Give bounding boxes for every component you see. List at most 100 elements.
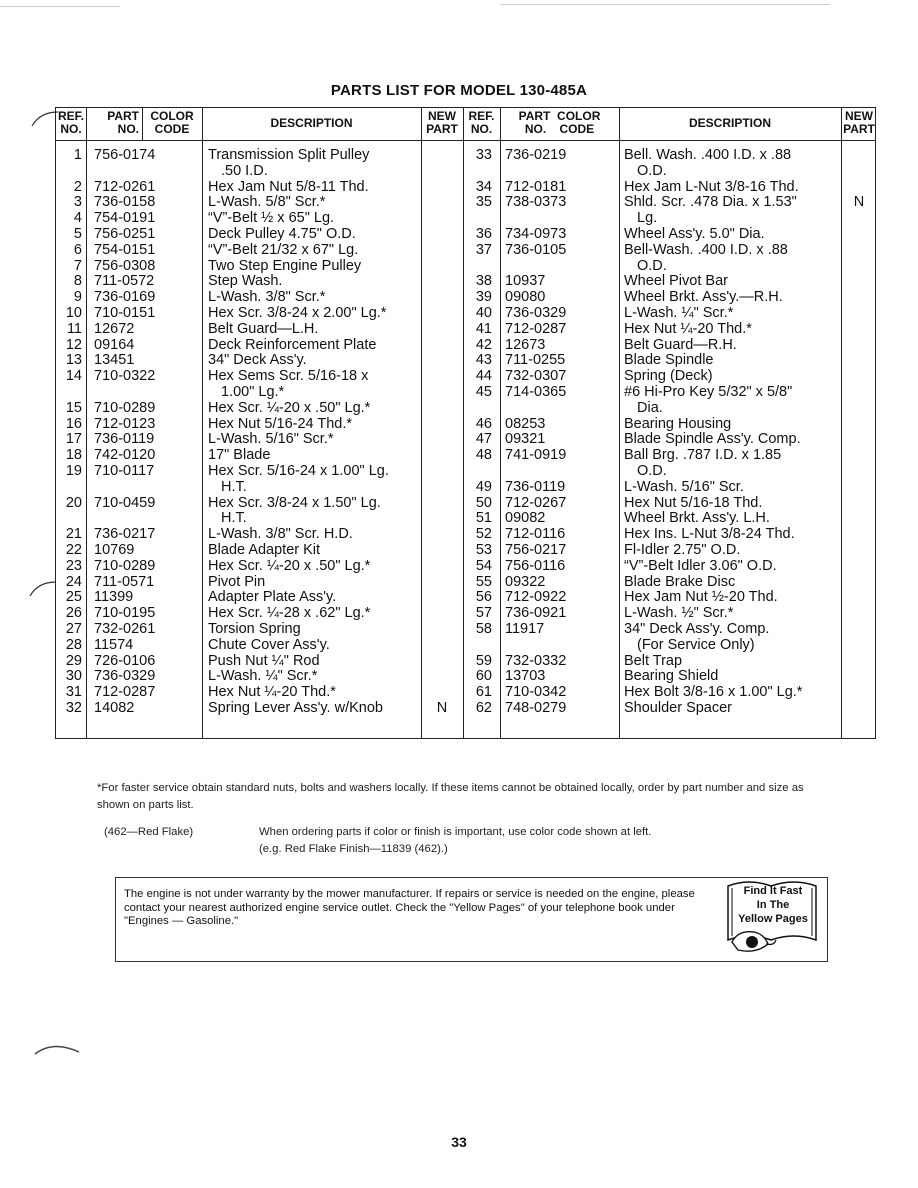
description-line: Bearing Housing — [624, 415, 732, 432]
parts-row: 41 712-0287 Hex Nut ¼-20 Thd.* — [56, 320, 875, 338]
description-line: “V”-Belt Idler 3.06" O.D. — [624, 557, 777, 574]
description-continuation: Lg. — [637, 210, 658, 227]
part-no: 710-0342 — [505, 684, 567, 701]
scan-artifact — [0, 6, 120, 7]
parts-row: 38 10937 Wheel Pivot Bar — [56, 274, 875, 290]
part-description: Hex Nut ¼-20 Thd.* — [624, 320, 752, 338]
part-no: 736-0921 — [505, 605, 567, 622]
part-description: L-Wash. 5/16" Scr. — [624, 478, 744, 496]
part-no: 712-0267 — [505, 494, 567, 511]
description-line: 34" Deck Ass'y. Comp. — [624, 620, 770, 637]
part-no: 732-0307 — [505, 368, 567, 385]
part-no: 13703 — [505, 668, 546, 685]
ref-no: 58 — [475, 620, 492, 637]
part-no: 12673 — [505, 336, 546, 353]
part-no: 10937 — [505, 273, 546, 290]
right-column-rows: 33 736-0219 Bell. Wash. .400 I.D. x .88 O.D… — [56, 147, 875, 717]
part-description: Hex Bolt 3/8-16 x 1.00" Lg.* — [624, 684, 803, 701]
part-description: Blade Spindle Ass'y. Comp. — [624, 432, 801, 448]
parts-row: 33 736-0219 Bell. Wash. .400 I.D. x .88 O.D… — [56, 147, 875, 180]
ref-no: 44 — [475, 368, 492, 385]
parts-row: 59 732-0332 Belt Trap — [56, 652, 875, 670]
description-line: Shoulder Spacer — [624, 699, 733, 716]
ref-no: 33 — [475, 147, 492, 163]
part-no: 748-0279 — [505, 699, 567, 716]
parts-row: 36 734-0973 Wheel Ass'y. 5.0" Dia. — [56, 226, 875, 243]
description-line: Wheel Brkt. Ass'y. L.H. — [624, 510, 770, 527]
parts-table: REF. NO. PART NO. COLOR CODE DESCRIPTION NE… — [55, 107, 876, 739]
header-part-no: PART NO. — [107, 109, 139, 136]
description-line: Fl-Idler 2.75" O.D. — [624, 541, 741, 558]
service-footnote: *For faster service obtain standard nuts… — [97, 782, 804, 811]
page-title: PARTS LIST FOR MODEL 130-485A — [330, 82, 588, 99]
ref-no: 61 — [475, 684, 492, 701]
description-line: #6 Hi-Pro Key 5/32" x 5/8" — [624, 383, 793, 400]
part-no: 09322 — [505, 573, 546, 590]
new-part-flag: N — [853, 194, 865, 211]
ref-no: 51 — [475, 510, 492, 527]
parts-row: 53 756-0217 Fl-Idler 2.75" O.D. — [56, 541, 875, 559]
part-description: Bearing Shield — [624, 668, 718, 685]
part-no: 736-0219 — [505, 147, 567, 163]
part-no: 756-0217 — [505, 541, 567, 558]
ref-no: 45 — [475, 383, 492, 400]
description-line: Hex Nut ¼-20 Thd.* — [624, 320, 752, 337]
description-line: L-Wash. ½" Scr.* — [624, 605, 734, 622]
part-no: 741-0919 — [505, 447, 567, 464]
parts-row: 57 736-0921 L-Wash. ½" Scr.* — [56, 605, 875, 622]
part-description: L-Wash. ¼" Scr.* — [624, 304, 734, 322]
part-description: Bell. Wash. .400 I.D. x .88 O.D. — [624, 147, 791, 180]
ref-no: 38 — [475, 273, 492, 290]
part-description: Ball Brg. .787 I.D. x 1.85 O.D. — [624, 447, 781, 480]
ref-no: 41 — [475, 320, 492, 337]
parts-row: 51 09082 Wheel Brkt. Ass'y. L.H. — [56, 511, 875, 527]
parts-row: 39 09080 Wheel Brkt. Ass'y.—R.H. — [56, 289, 875, 306]
part-description: Hex Jam Nut ½-20 Thd. — [624, 590, 778, 606]
part-description: 34" Deck Ass'y. Comp. (For Service Only) — [624, 620, 770, 654]
part-no: 712-0181 — [505, 178, 567, 195]
description-line: Wheel Brkt. Ass'y.—R.H. — [624, 289, 783, 306]
part-description: Wheel Brkt. Ass'y.—R.H. — [624, 289, 783, 306]
ref-no: 53 — [475, 541, 492, 558]
parts-row: 52 712-0116 Hex Ins. L-Nut 3/8-24 Thd. — [56, 526, 875, 543]
parts-row: 54 756-0116 “V”-Belt Idler 3.06" O.D. — [56, 557, 875, 575]
parts-row: 55 09322 Blade Brake Disc — [56, 573, 875, 591]
parts-row: 35 738-0373 Shld. Scr. .478 Dia. x 1.53" Lg… — [56, 195, 875, 227]
part-description: Shoulder Spacer — [624, 699, 733, 717]
description-line: Belt Guard—R.H. — [624, 336, 737, 353]
warranty-notice-box: The engine is not under warranty by the … — [115, 877, 828, 962]
description-line: L-Wash. 5/16" Scr. — [624, 478, 744, 495]
description-line: L-Wash. ¼" Scr.* — [624, 304, 734, 321]
parts-row: 44 732-0307 Spring (Deck) — [56, 368, 875, 385]
ref-no: 60 — [475, 668, 492, 685]
description-line: Bell-Wash. .400 I.D. x .88 — [624, 241, 788, 258]
parts-row: 42 12673 Belt Guard—R.H. — [56, 336, 875, 354]
part-no: 09082 — [505, 510, 546, 527]
part-no: 712-0116 — [505, 526, 566, 543]
color-code-note: When ordering parts if color or finish i… — [259, 826, 652, 855]
part-no: 736-0119 — [505, 478, 566, 495]
header-ref-no: REF. NO. — [57, 109, 84, 136]
ref-no: 40 — [475, 304, 492, 321]
parts-row: 49 736-0119 L-Wash. 5/16" Scr. — [56, 478, 875, 496]
description-line: Wheel Pivot Bar — [624, 273, 728, 290]
yellow-pages-text: Find It Fast In The Yellow Pages — [738, 885, 808, 925]
part-description: Fl-Idler 2.75" O.D. — [624, 541, 741, 559]
part-description: #6 Hi-Pro Key 5/32" x 5/8" Dia. — [624, 383, 793, 417]
ref-no: 52 — [475, 526, 492, 543]
part-description: “V”-Belt Idler 3.06" O.D. — [624, 557, 777, 575]
scan-curve-mark — [34, 1045, 80, 1055]
description-continuation: O.D. — [637, 462, 667, 479]
part-description: Spring (Deck) — [624, 368, 713, 385]
ref-no: 59 — [475, 652, 492, 669]
description-line: Hex Bolt 3/8-16 x 1.00" Lg.* — [624, 684, 803, 701]
header-new-part: NEW PART — [426, 109, 458, 136]
description-continuation: O.D. — [637, 257, 667, 274]
description-line: Shld. Scr. .478 Dia. x 1.53" — [624, 194, 797, 211]
part-no: 736-0105 — [505, 241, 567, 258]
part-description: Wheel Brkt. Ass'y. L.H. — [624, 511, 770, 527]
parts-row: 40 736-0329 L-Wash. ¼" Scr.* — [56, 304, 875, 322]
parts-row: 34 712-0181 Hex Jam L-Nut 3/8-16 Thd. — [56, 178, 875, 196]
ref-no: 48 — [475, 447, 492, 464]
ref-no: 34 — [475, 178, 492, 195]
